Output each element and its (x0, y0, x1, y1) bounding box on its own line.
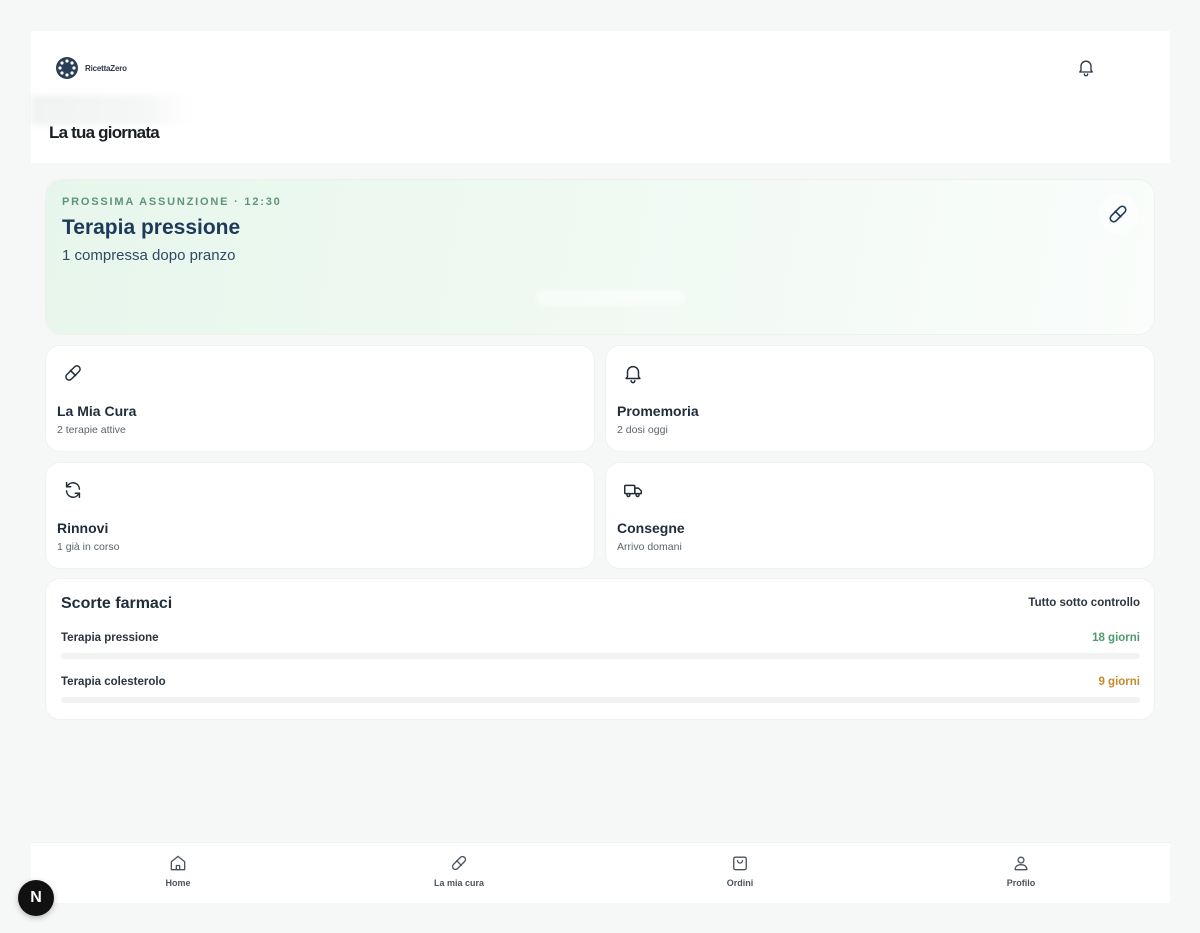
nav-item-profilo[interactable]: Profilo (961, 853, 1081, 888)
bottom-nav: Home La mia cura Ordini Profilo (31, 843, 1170, 903)
stock-row-name: Terapia pressione (61, 632, 159, 644)
stock-row-days: 18 giorni (1092, 632, 1140, 644)
refresh-icon (65, 481, 81, 499)
pill-icon (1109, 205, 1127, 223)
pill-icon (451, 855, 467, 871)
card-title: Rinnovi (57, 520, 109, 536)
brand-logo[interactable]: RicettaZero (55, 56, 127, 80)
brand-name: RicettaZero (85, 63, 127, 73)
next-dose-icon-badge (1098, 194, 1138, 234)
bag-icon (733, 856, 747, 871)
page-title: La tua giornata (49, 123, 160, 142)
truck-icon (624, 484, 642, 498)
assistant-fab-button[interactable]: N (18, 880, 54, 916)
card-consegne[interactable]: Consegne Arrivo domani (606, 463, 1154, 568)
card-la-mia-cura[interactable]: La Mia Cura 2 terapie attive (46, 346, 594, 451)
nav-label: Home (165, 878, 191, 888)
stock-status: Tutto sotto controllo (1028, 597, 1140, 609)
stock-row-bar (61, 653, 1140, 659)
next-dose-title: Terapia pressione (62, 216, 241, 239)
nav-item-home[interactable]: Home (118, 853, 238, 888)
stock-title: Scorte farmaci (61, 595, 173, 612)
nav-item-la-mia-cura[interactable]: La mia cura (399, 853, 519, 888)
next-dose-kicker: PROSSIMA ASSUNZIONE · 12:30 (62, 196, 282, 208)
fab-letter: N (30, 889, 42, 906)
greeting-placeholder (31, 95, 191, 125)
nav-label: Profilo (1006, 878, 1036, 888)
stock-row-name: Terapia colesterolo (61, 676, 166, 688)
app-header: RicettaZero La tua giornata (31, 31, 1170, 163)
stock-row-bar (61, 697, 1140, 703)
home-icon (170, 855, 186, 871)
nav-label: La mia cura (433, 878, 485, 888)
bell-icon (625, 365, 641, 384)
card-subtitle: 1 già in corso (57, 541, 120, 553)
nav-item-ordini[interactable]: Ordini (680, 853, 800, 888)
nav-label: Ordini (726, 878, 754, 888)
pill-icon (65, 365, 81, 381)
card-title: Consegne (617, 520, 685, 536)
stock-panel: Scorte farmaci Tutto sotto controllo Ter… (46, 579, 1154, 719)
next-dose-card[interactable]: PROSSIMA ASSUNZIONE · 12:30 Terapia pres… (46, 180, 1154, 334)
next-dose-subtitle: 1 compressa dopo pranzo (62, 247, 236, 264)
card-promemoria[interactable]: Promemoria 2 dosi oggi (606, 346, 1154, 451)
card-subtitle: 2 dosi oggi (617, 424, 668, 436)
user-icon (1014, 856, 1028, 871)
card-rinnovi[interactable]: Rinnovi 1 già in corso (46, 463, 594, 568)
notifications-bell-icon[interactable] (1076, 57, 1096, 77)
card-title: Promemoria (617, 403, 699, 419)
hero-faint-action (536, 290, 686, 306)
card-subtitle: Arrivo domani (617, 541, 682, 553)
card-title: La Mia Cura (57, 403, 137, 419)
logo-mark-icon (56, 57, 78, 79)
stock-row-days: 9 giorni (1098, 676, 1140, 688)
card-subtitle: 2 terapie attive (57, 424, 126, 436)
